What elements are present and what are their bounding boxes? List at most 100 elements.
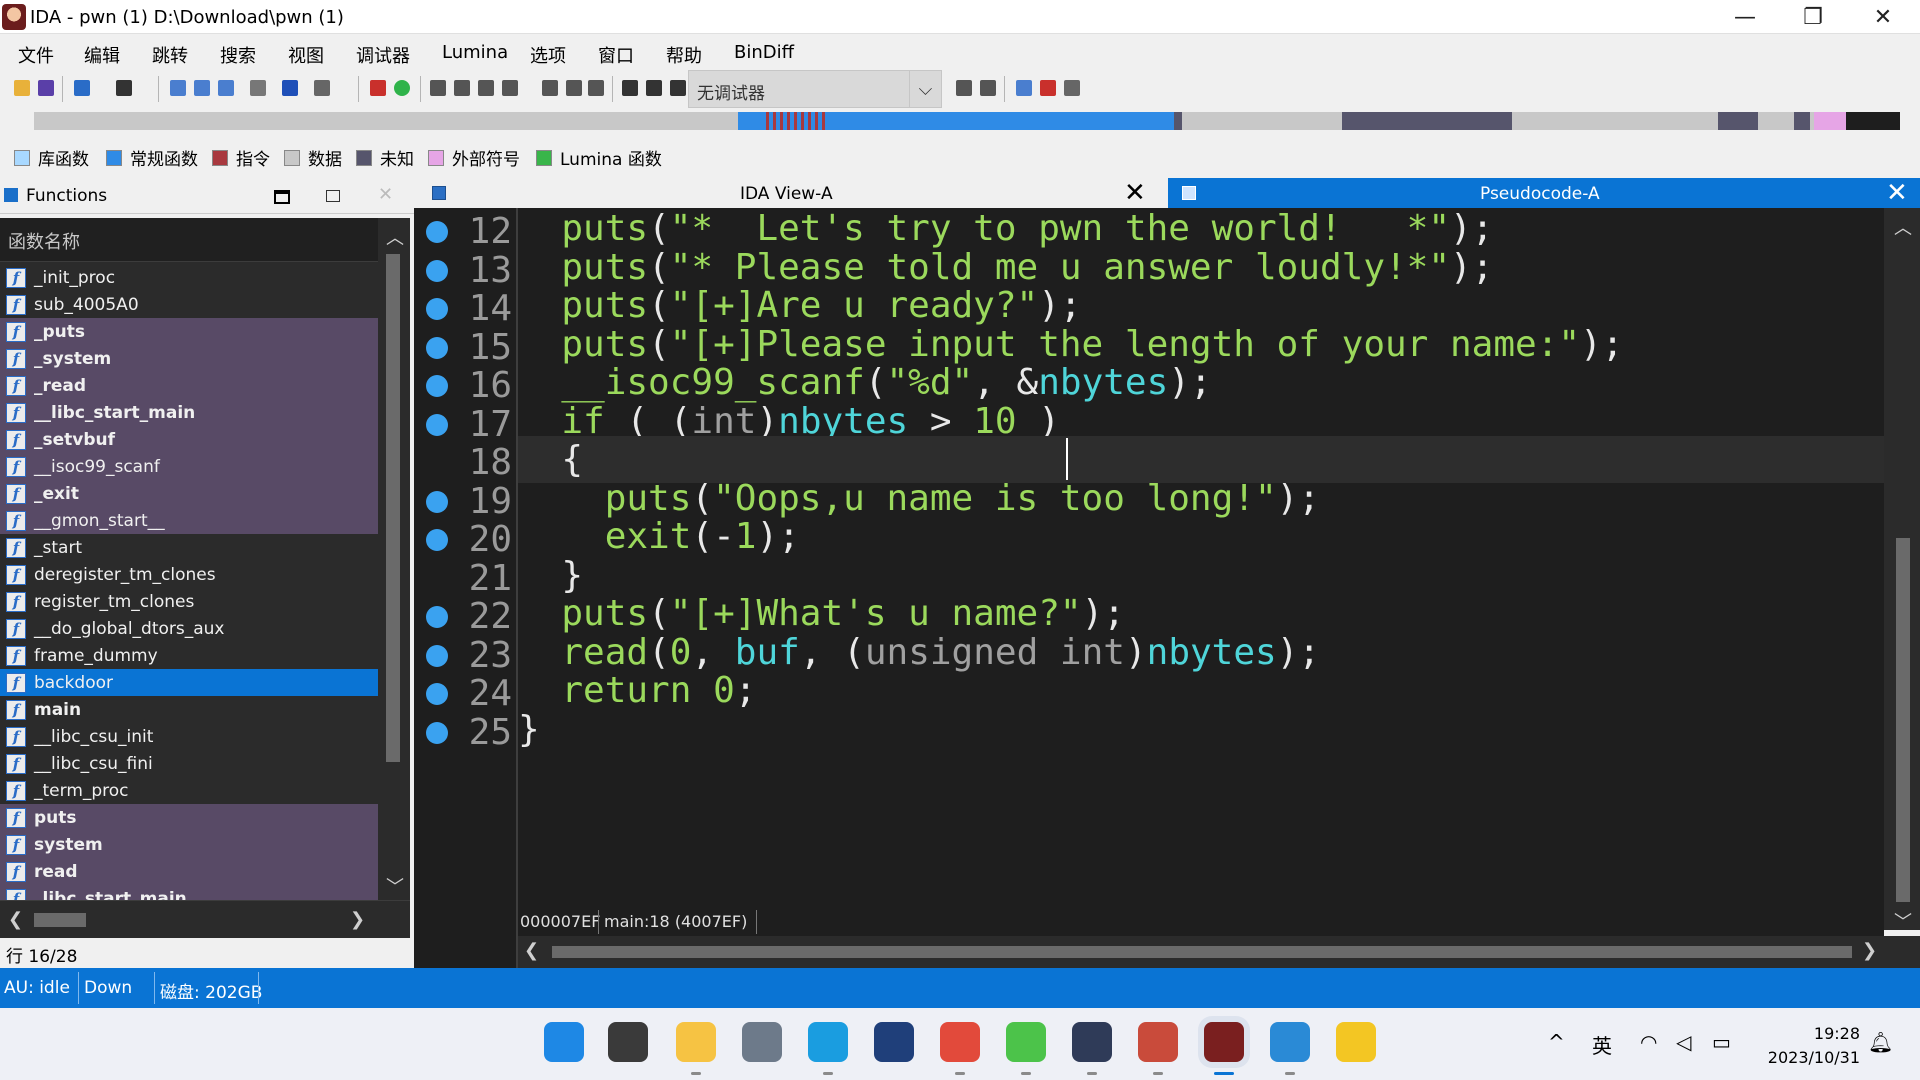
edge-icon[interactable] [808,1022,848,1062]
menu-options[interactable]: 选项 [530,42,566,68]
breakpoint-dot-icon[interactable] [426,375,448,397]
wifi-icon[interactable]: ◠ [1640,1030,1657,1054]
menu-bindiff[interactable]: BinDiff [734,42,794,63]
breakpoint-icon[interactable] [430,80,446,96]
menu-lumina[interactable]: Lumina [442,42,508,63]
new-enum-icon[interactable] [218,80,234,96]
function-list-item[interactable]: f _libc_start_main [0,885,378,900]
run-script-icon[interactable] [282,80,298,96]
restore-panel-icon[interactable] [274,190,290,204]
menu-view[interactable]: 视图 [288,42,324,68]
lightning-app-icon[interactable] [1336,1022,1376,1062]
function-list-item[interactable]: f deregister_tm_clones [0,561,378,588]
close-tab-icon[interactable]: ✕ [1124,178,1146,208]
function-list-item[interactable]: f __libc_csu_fini [0,750,378,777]
minimize-button[interactable]: — [1710,0,1780,34]
tray-overflow-chevron-icon[interactable]: ^ [1548,1030,1565,1054]
wechat-icon[interactable] [1006,1022,1046,1062]
save-icon[interactable] [38,80,54,96]
gutter-line[interactable]: 25 [414,710,518,757]
close-window-button[interactable]: ✕ [1848,0,1918,34]
chevron-down-icon[interactable]: ⌵ [909,71,941,107]
function-list-item[interactable]: f register_tm_clones [0,588,378,615]
breakpoint-dot-icon[interactable] [426,529,448,551]
scroll-up-icon[interactable]: ︿ [1894,214,1912,240]
function-list-item[interactable]: f _init_proc [0,264,378,291]
edit-icon[interactable] [566,80,582,96]
function-list-item[interactable]: f _exit [0,480,378,507]
breakpoint-dot-icon[interactable] [426,337,448,359]
breakpoint-dot-icon[interactable] [426,722,448,744]
menu-search[interactable]: 搜索 [220,42,256,68]
scroll-left-icon[interactable]: ❮ [8,909,23,930]
functions-horizontal-scrollbar[interactable]: ❮ ❯ [0,900,410,938]
run-to-cursor-icon[interactable] [502,80,518,96]
lumina-push-icon[interactable] [1040,80,1056,96]
tab-pseudocode-a[interactable]: Pseudocode-A ✕ [1168,178,1920,208]
text-icon[interactable] [314,80,330,96]
scroll-down-icon[interactable]: ﹀ [386,873,404,899]
code-line[interactable]: } [518,706,1884,753]
breakpoint-dot-icon[interactable] [426,645,448,667]
function-list-item[interactable]: f read [0,858,378,885]
step-over-icon[interactable] [478,80,494,96]
menu-debugger[interactable]: 调试器 [356,42,410,68]
close-panel-icon[interactable]: ✕ [378,184,393,205]
status-green-icon[interactable] [394,80,410,96]
menu-window[interactable]: 窗口 [598,42,634,68]
breakpoint-dot-icon[interactable] [426,606,448,628]
function-list-item[interactable]: f _setvbuf [0,426,378,453]
function-list-item[interactable]: f _start [0,534,378,561]
function-list-item[interactable]: f system [0,831,378,858]
clock-time[interactable]: 19:28 [1760,1024,1860,1043]
clock-date[interactable]: 2023/10/31 [1740,1048,1860,1067]
function-list-item[interactable]: f frame_dummy [0,642,378,669]
menu-file[interactable]: 文件 [18,42,54,68]
scrollbar-thumb[interactable] [386,254,400,762]
play-icon[interactable] [622,80,638,96]
menu-edit[interactable]: 编辑 [84,42,120,68]
ida-app-icon[interactable] [1204,1022,1244,1062]
pause-icon[interactable] [646,80,662,96]
code-horizontal-scrollbar[interactable]: ❮ ❯ [518,936,1920,968]
scroll-up-icon[interactable]: ︿ [386,224,404,250]
battery-icon[interactable]: ▭ [1712,1030,1731,1054]
close-tab-icon[interactable]: ✕ [1886,178,1908,208]
function-list-item[interactable]: f _system [0,345,378,372]
cat-app-icon[interactable] [1072,1022,1112,1062]
code-vertical-scrollbar[interactable]: ︿ ﹀ [1884,208,1920,933]
function-list-item[interactable]: f puts [0,804,378,831]
pseudocode-editor[interactable]: puts("* Let's try to pwn the world! *");… [518,208,1884,908]
breakpoint-dot-icon[interactable] [426,414,448,436]
tab-ida-view-a[interactable]: IDA View-A ✕ [420,178,1168,208]
breakpoint-dot-icon[interactable] [426,683,448,705]
scrollbar-thumb[interactable] [552,946,1852,958]
forward-arrow-icon[interactable] [116,80,132,96]
function-list-item[interactable]: f _term_proc [0,777,378,804]
function-list-item[interactable]: f sub_4005A0 [0,291,378,318]
function-list-item[interactable]: f _read [0,372,378,399]
file-explorer-icon[interactable] [676,1022,716,1062]
stop-icon[interactable] [670,80,686,96]
new-struct-icon[interactable] [194,80,210,96]
function-list-item[interactable]: f main [0,696,378,723]
breakpoint-dot-icon[interactable] [426,298,448,320]
breakpoint-dot-icon[interactable] [426,221,448,243]
scroll-right-icon[interactable]: ❯ [1862,940,1877,961]
scrollbar-thumb[interactable] [34,913,86,927]
new-segment-icon[interactable] [170,80,186,96]
ime-indicator[interactable]: 英 [1592,1030,1612,1059]
function-name-column-header[interactable]: 函数名称 [0,218,378,262]
float-panel-icon[interactable] [326,190,340,202]
windows-start-icon[interactable] [544,1022,584,1062]
task-view-icon[interactable] [608,1022,648,1062]
back-arrow-icon[interactable] [74,80,90,96]
scroll-left-icon[interactable]: ❮ [524,940,539,961]
vm-app-icon[interactable] [1270,1022,1310,1062]
breakpoint-dot-icon[interactable] [426,491,448,513]
refresh-icon[interactable] [980,80,996,96]
line-number-gutter[interactable]: 12 13 14 15 16 17 18 19 20 21 22 23 24 25 [414,208,518,968]
attach-icon[interactable] [956,80,972,96]
navigation-band[interactable] [34,112,1900,130]
bindiff-icon[interactable] [1064,80,1080,96]
